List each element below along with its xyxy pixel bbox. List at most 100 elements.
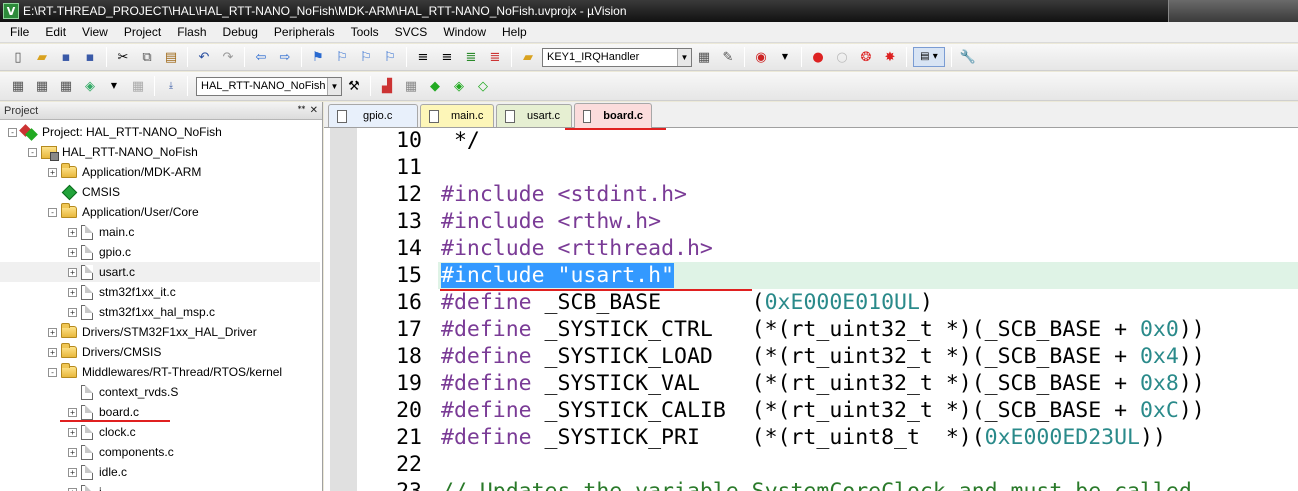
incremental-find-icon[interactable]: ✎ [718, 47, 738, 67]
menu-window[interactable]: Window [435, 22, 494, 42]
redo-icon[interactable]: ↷ [218, 47, 238, 67]
unindent-icon[interactable]: ≡ [437, 47, 457, 67]
stop-build-icon[interactable]: ▦ [128, 76, 148, 96]
menu-debug[interactable]: Debug [215, 22, 266, 42]
save-icon[interactable]: ▪ [56, 47, 76, 67]
tab-gpio-c[interactable]: gpio.c [328, 104, 418, 127]
chevron-down-icon[interactable]: ▼ [104, 76, 124, 96]
expand-icon[interactable]: + [68, 247, 77, 257]
bookmark-prev-icon[interactable]: ⚐ [332, 47, 352, 67]
code-line[interactable]: 20 #define _SYSTICK_CALIB (*(rt_uint32_t … [324, 397, 1298, 424]
comment-icon[interactable]: ≣ [461, 47, 481, 67]
new-file-icon[interactable]: ▯ [8, 47, 28, 67]
uvision-app-icon[interactable]: V [3, 3, 19, 19]
event-recorder-icon[interactable]: ◇ [473, 76, 493, 96]
code-line[interactable]: 10 */ [324, 128, 1298, 154]
tree-item[interactable]: - Application/User/Core [48, 202, 199, 222]
configure-icon[interactable]: 🔧 [958, 47, 978, 67]
menu-project[interactable]: Project [116, 22, 169, 42]
menu-file[interactable]: File [2, 22, 37, 42]
tab-board-c[interactable]: board.c [574, 103, 652, 128]
menu-tools[interactable]: Tools [343, 22, 387, 42]
debug-session-icon[interactable]: ◉ [751, 47, 771, 67]
pin-icon[interactable]: ᕯ [297, 105, 305, 116]
menu-view[interactable]: View [74, 22, 116, 42]
undo-icon[interactable]: ↶ [194, 47, 214, 67]
batch-build-icon[interactable]: ◈ [80, 76, 100, 96]
open-folder-icon[interactable]: ▰ [32, 47, 52, 67]
translate-icon[interactable]: ▦ [8, 76, 28, 96]
tree-item[interactable]: - Project: HAL_RTT-NANO_NoFish [8, 122, 222, 142]
function-combo[interactable]: KEY1_IRQHandler ▼ [542, 47, 692, 67]
tree-item[interactable]: + Drivers/STM32F1xx_HAL_Driver [48, 322, 257, 342]
cut-icon[interactable]: ✂ [113, 47, 133, 67]
tree-item[interactable]: CMSIS [48, 182, 120, 202]
expand-icon[interactable]: + [68, 227, 77, 237]
tab-main-c[interactable]: main.c [420, 104, 494, 127]
breakpoint-disabled-icon[interactable]: ○ [832, 47, 852, 67]
bookmark-clear-icon[interactable]: ⚐ [380, 47, 400, 67]
code-line[interactable]: 23 // Updates the variable SystemCoreCloc… [324, 478, 1298, 491]
collapse-icon[interactable]: - [28, 147, 37, 157]
code-line[interactable]: 14 #include <rtthread.h> [324, 235, 1298, 262]
tree-item[interactable]: + board.c [68, 402, 139, 422]
select-packs-icon[interactable]: ▦ [401, 76, 421, 96]
code-line[interactable]: 17 #define _SYSTICK_CTRL (*(rt_uint32_t *… [324, 316, 1298, 343]
tree-item[interactable]: + stm32f1xx_hal_msp.c [68, 302, 215, 322]
menu-help[interactable]: Help [494, 22, 535, 42]
code-line[interactable]: 12 #include <stdint.h> [324, 181, 1298, 208]
menu-flash[interactable]: Flash [169, 22, 214, 42]
collapse-icon[interactable]: - [48, 367, 57, 377]
save-all-icon[interactable]: ▪ [80, 47, 100, 67]
paste-icon[interactable]: ▤ [161, 47, 181, 67]
menu-peripherals[interactable]: Peripherals [266, 22, 343, 42]
expand-icon[interactable]: + [68, 427, 77, 437]
code-line[interactable]: 13 #include <rthw.h> [324, 208, 1298, 235]
code-line[interactable]: 18 #define _SYSTICK_LOAD (*(rt_uint32_t *… [324, 343, 1298, 370]
uncomment-icon[interactable]: ≣ [485, 47, 505, 67]
menu-edit[interactable]: Edit [37, 22, 74, 42]
window-controls[interactable] [1168, 0, 1298, 22]
chevron-down-icon[interactable]: ▼ [677, 48, 691, 66]
tree-item[interactable]: + gpio.c [68, 242, 131, 262]
tree-item[interactable]: + components.c [68, 442, 174, 462]
expand-icon[interactable]: + [68, 287, 77, 297]
tab-usart-c[interactable]: usart.c [496, 104, 572, 127]
manage-project-items-icon[interactable]: ▟ [377, 76, 397, 96]
bookmark-icon[interactable]: ⚑ [308, 47, 328, 67]
expand-icon[interactable]: + [68, 307, 77, 317]
tree-item[interactable]: + idle.c [68, 462, 127, 482]
tree-item[interactable]: + clock.c [68, 422, 136, 442]
tree-item[interactable]: + Application/MDK-ARM [48, 162, 201, 182]
download-icon[interactable]: ⤓ [161, 76, 181, 96]
code-line[interactable]: 21 #define _SYSTICK_PRI (*(rt_uint8_t *)(… [324, 424, 1298, 451]
code-editor[interactable]: 10 */11 12 #include <stdint.h> 13 #include <… [324, 128, 1298, 491]
rebuild-icon[interactable]: ▦ [56, 76, 76, 96]
expand-icon[interactable]: + [48, 347, 57, 357]
tree-item[interactable]: + usart.c [0, 262, 320, 282]
tree-item[interactable]: + stm32f1xx_it.c [68, 282, 176, 302]
target-options-icon[interactable]: ⚒ [344, 76, 364, 96]
breakpoint-icon[interactable]: ● [808, 47, 828, 67]
menu-svcs[interactable]: SVCS [387, 22, 436, 42]
code-line[interactable]: 11 [324, 154, 1298, 181]
close-icon[interactable]: ✕ [310, 105, 318, 116]
collapse-icon[interactable]: - [8, 127, 17, 137]
collapse-icon[interactable]: - [48, 207, 57, 217]
tree-item[interactable]: context_rvds.S [68, 382, 178, 402]
find-in-files-icon[interactable]: ▰ [518, 47, 538, 67]
tree-item[interactable]: - Middlewares/RT-Thread/RTOS/kernel [48, 362, 282, 382]
indent-icon[interactable]: ≡ [413, 47, 433, 67]
tree-item[interactable]: + Drivers/CMSIS [48, 342, 161, 362]
bookmark-next-icon[interactable]: ⚐ [356, 47, 376, 67]
code-line[interactable]: 15 #include "usart.h" [324, 262, 1298, 289]
build-icon[interactable]: ▦ [32, 76, 52, 96]
nav-forward-icon[interactable]: ⇨ [275, 47, 295, 67]
tree-item[interactable]: - HAL_RTT-NANO_NoFish [28, 142, 198, 162]
breakpoint-kill-all-icon[interactable]: ✸ [880, 47, 900, 67]
expand-icon[interactable]: + [68, 487, 77, 491]
expand-icon[interactable]: + [48, 327, 57, 337]
code-line[interactable]: 22 [324, 451, 1298, 478]
window-layout-icon[interactable]: ▤ ▾ [913, 47, 945, 67]
chevron-down-icon[interactable]: ▼ [775, 47, 795, 67]
